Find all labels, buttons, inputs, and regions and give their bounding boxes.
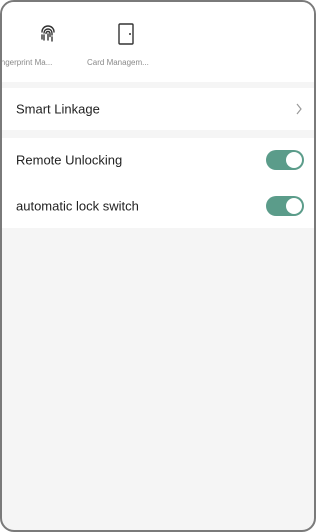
automatic-lock-switch-toggle[interactable] (266, 196, 304, 216)
automatic-lock-switch-row: automatic lock switch (2, 184, 314, 228)
fingerprint-management-label: ingerprint Ma... (0, 58, 53, 67)
card-management-button[interactable]: Card Managem... (87, 22, 157, 72)
toggle-knob (286, 198, 302, 214)
toggle-knob (286, 152, 302, 168)
chevron-right-icon (296, 103, 302, 115)
automatic-lock-switch-label: automatic lock switch (16, 198, 139, 214)
smart-linkage-label: Smart Linkage (16, 101, 100, 117)
lock-settings-group: Remote Unlocking automatic lock switch (2, 138, 314, 228)
remote-unlocking-toggle[interactable] (266, 150, 304, 170)
smart-linkage-row[interactable]: Smart Linkage (2, 88, 314, 130)
card-management-label: Card Managem... (87, 58, 149, 67)
remote-unlocking-row: Remote Unlocking (2, 138, 314, 182)
remote-unlocking-label: Remote Unlocking (16, 152, 123, 168)
quick-actions-bar: ingerprint Ma... Card Managem... (2, 2, 314, 82)
fingerprint-icon (41, 25, 55, 42)
smart-linkage-group: Smart Linkage (2, 88, 314, 130)
phone-frame: ingerprint Ma... Card Managem... Smart L… (0, 0, 316, 532)
fingerprint-management-button[interactable]: ingerprint Ma... (2, 22, 79, 72)
door-card-icon (118, 23, 134, 45)
